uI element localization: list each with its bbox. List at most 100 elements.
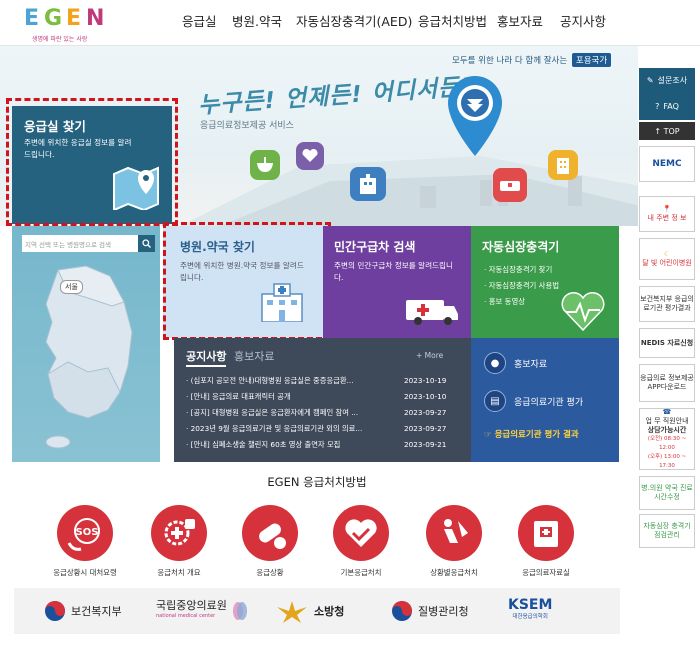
- korea-map[interactable]: [28, 262, 144, 452]
- survey-icon: ✎: [646, 75, 654, 85]
- first-aid-library[interactable]: 응급의료자료실: [506, 505, 586, 578]
- first-aid-basic[interactable]: 기본응급처치: [321, 505, 401, 578]
- sos-icon: SOS: [57, 505, 113, 561]
- nav-emergency-room[interactable]: 응급실: [182, 11, 217, 30]
- injury-icon: [426, 505, 482, 561]
- first-aid-overview[interactable]: 응급처치 개요: [139, 505, 219, 578]
- taegeuk-icon: [45, 601, 65, 621]
- quick-survey[interactable]: ✎ 설문조사: [639, 68, 695, 92]
- pharmacy-bowl-icon: [250, 150, 280, 180]
- logo-ksem[interactable]: KSEM 대한응급의학회: [508, 596, 552, 626]
- aed-item-find[interactable]: · 자동심장충격기 찾기: [484, 264, 552, 275]
- er-card-title: 응급실 찾기: [24, 119, 86, 134]
- hero-subline: 응급의료정보제공 서비스: [200, 121, 294, 131]
- quick-faq[interactable]: ? FAQ: [639, 94, 695, 118]
- notice-item[interactable]: · (심포지 공모전 안내)대형병원 응급실은 중증응급환...: [186, 376, 396, 386]
- logo-nmc[interactable]: 국립중앙의료원 national medical center: [156, 596, 248, 626]
- heart-icon: [296, 142, 324, 170]
- hospital-card-title: 병원.약국 찾기: [180, 240, 255, 254]
- quick-nemc[interactable]: NEMC: [639, 146, 695, 182]
- taegeuk-icon: [392, 601, 412, 621]
- first-aid-label: 상황별응급처치: [430, 568, 478, 577]
- notice-item[interactable]: · [공지] 대형병원 응급실은 응급환자에게 캠페인 참여 ...: [186, 408, 396, 418]
- private-card-desc: 주변의 민간구급차 정보를 알려드립니다.: [334, 261, 454, 282]
- first-aid-label: 응급상황: [256, 568, 284, 577]
- quick-night-hospital[interactable]: ☾ 달 빛 어린이병원: [639, 238, 695, 280]
- first-aid-label: 응급처치 개요: [157, 568, 201, 577]
- quick-mohw-eval[interactable]: 보건복지부 응급의료기관 평가결과: [639, 286, 695, 322]
- fire-emblem-icon: [277, 601, 307, 623]
- phone-icon: ☎: [662, 408, 672, 416]
- nav-first-aid[interactable]: 응급처치방법: [418, 11, 487, 30]
- pr-item-evaluation[interactable]: ▤ 응급의료기관 평가: [484, 390, 583, 412]
- notice-item[interactable]: · [안내] 응급의료 대표캐릭터 공개: [186, 392, 396, 402]
- logo-letter-e: E: [24, 6, 40, 31]
- aed-card-title: 자동심장충격기: [482, 240, 560, 254]
- pr-item-materials[interactable]: ● 홍보자료: [484, 352, 547, 374]
- tab-pr-materials[interactable]: 홍보자료: [234, 348, 274, 364]
- notice-date: 2023-09-21: [404, 440, 447, 449]
- logo-letter-n: N: [86, 6, 105, 31]
- egen-logo[interactable]: E G E N 생명에 파란 있는 사랑: [22, 4, 122, 43]
- map-search-button[interactable]: [138, 235, 155, 252]
- pill-icon: [242, 505, 298, 561]
- document-icon: ▤: [484, 390, 506, 412]
- document-icon: [518, 505, 574, 561]
- slogan-badge: 포용국가: [571, 53, 612, 67]
- quick-nedis[interactable]: NEDIS 자료신청: [639, 328, 695, 358]
- logo-letter-e2: E: [66, 6, 82, 31]
- slogan: 모두를 위한 나라 다 함께 잘사는 포용국가: [452, 53, 612, 67]
- location-pin-icon: [448, 76, 502, 156]
- first-aid-by-situation[interactable]: 상황별응급처치: [414, 505, 494, 578]
- svg-text:SOS: SOS: [76, 527, 99, 538]
- nav-aed[interactable]: 자동심장충격기(AED): [296, 11, 412, 30]
- quick-business-hours[interactable]: ☎ 업 무 직원안내 상담가능시간 (오전) 08:30 ~ 12:00 (오후…: [639, 408, 695, 470]
- nav-hospital-pharmacy[interactable]: 병원.약국: [232, 11, 282, 30]
- er-card-desc: 주변에 위치한 응급실 정보를 알려드립니다.: [24, 138, 132, 159]
- first-aid-emergency-response[interactable]: SOS 응급상황시 대처요령: [45, 505, 125, 578]
- nav-notice[interactable]: 공지사항: [560, 11, 606, 30]
- map-pin-icon: [113, 166, 159, 210]
- notice-date: 2023-09-27: [404, 424, 447, 433]
- ambulance-icon: [406, 300, 458, 325]
- first-aid-label: 기본응급처치: [340, 568, 382, 577]
- quick-hours-update[interactable]: 병.의원 약국 진료시간수정: [639, 476, 695, 510]
- notice-more-link[interactable]: + More: [416, 351, 443, 360]
- notice-date: 2023-09-27: [404, 408, 447, 417]
- heart-hands-icon: [333, 505, 389, 561]
- seoul-label[interactable]: 서울: [60, 280, 83, 294]
- building-icon: [548, 150, 578, 180]
- hospital-icon: [261, 283, 303, 322]
- notice-date: 2023-10-10: [404, 392, 447, 401]
- search-icon: [142, 239, 151, 248]
- header: E G E N 생명에 파란 있는 사랑 응급실 병원.약국 자동심장충격기(A…: [0, 0, 700, 46]
- quick-app-download[interactable]: 응급의료 정보제공 APP다운로드: [639, 364, 695, 402]
- page: E G E N 생명에 파란 있는 사랑 응급실 병원.약국 자동심장충격기(A…: [0, 0, 700, 647]
- gear-cross-icon: [151, 505, 207, 561]
- logo-kdca[interactable]: 질병관리청: [391, 596, 469, 626]
- first-aid-situation[interactable]: 응급상황: [230, 505, 310, 578]
- hospital-building-icon: [350, 167, 386, 201]
- logo-mohw[interactable]: 보건복지부: [44, 596, 122, 626]
- faq-icon: ?: [655, 101, 660, 111]
- first-aid-label: 응급의료자료실: [522, 568, 570, 577]
- logo-subtitle: 생명에 파란 있는 사랑: [32, 36, 88, 43]
- map-search-input[interactable]: 지역 선택 또는 병원명으로 검색: [22, 235, 138, 252]
- quick-my-info[interactable]: 📍 내 주변 정 보: [639, 196, 695, 232]
- quick-aed-inspection[interactable]: 자동심장 충격기 점검관리: [639, 514, 695, 548]
- notice-item[interactable]: · [안내] 심폐소생술 챌린지 60초 영상 출연자 모집: [186, 440, 396, 450]
- logo-nfa[interactable]: 소방청: [275, 596, 344, 626]
- first-aid-title: EGEN 응급처치방법: [267, 475, 367, 489]
- tab-notice[interactable]: 공지사항: [186, 348, 227, 367]
- aed-item-video[interactable]: · 홍보 동영상: [484, 296, 525, 307]
- private-card-title: 민간구급차 검색: [334, 240, 416, 254]
- ambulance-icon: [493, 168, 527, 202]
- notice-date: 2023-10-19: [404, 376, 447, 385]
- nav-pr-materials[interactable]: 홍보자료: [497, 11, 543, 30]
- heart-pulse-icon: [561, 292, 605, 332]
- aed-item-usage[interactable]: · 자동심장충격기 사용법: [484, 280, 559, 291]
- pr-evaluation-result-link[interactable]: ☞ 응급의료기관 평가 결과: [484, 428, 579, 440]
- moon-icon: ☾: [663, 250, 671, 258]
- scroll-top-button[interactable]: ↑ TOP: [639, 122, 695, 140]
- notice-item[interactable]: · 2023년 9월 응급의료기관 및 응급의료기관 외의 의료...: [186, 424, 396, 434]
